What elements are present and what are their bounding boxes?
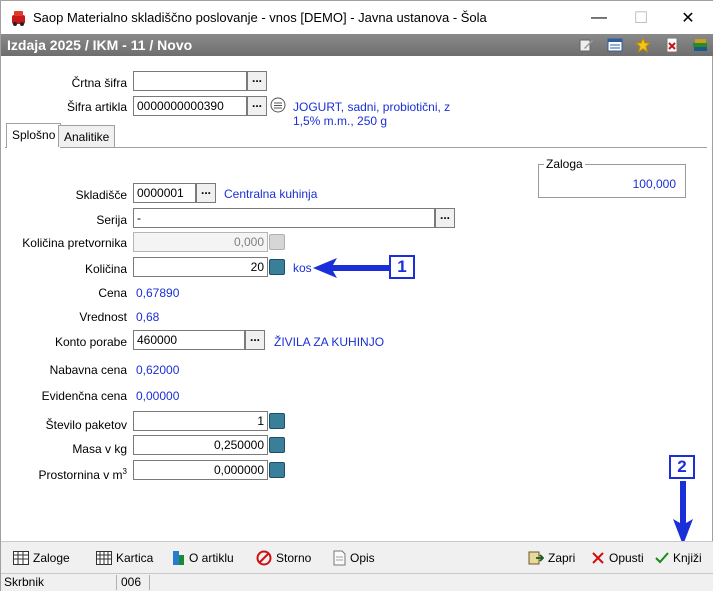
zaloge-label: Zaloge <box>33 551 70 565</box>
skladisce-label: Skladišče <box>75 188 127 202</box>
vrednost-label: Vrednost <box>79 310 127 324</box>
prostornina-label-text: Prostornina v m <box>38 468 123 482</box>
document-title: Izdaja 2025 / IKM - 11 / Novo <box>7 37 193 53</box>
prostornina-label: Prostornina v m3 <box>11 467 127 482</box>
cancel-circle-icon <box>256 550 272 566</box>
x-icon <box>592 552 604 564</box>
serija-input[interactable]: - <box>133 208 435 228</box>
o-artiklu-label: O artiklu <box>189 551 234 565</box>
annotation-arrow-2 <box>673 481 693 545</box>
storno-button[interactable]: Storno <box>256 549 311 567</box>
sifra-artikla-input[interactable]: 0000000000390 <box>133 96 247 116</box>
kartica-button[interactable]: Kartica <box>96 549 153 567</box>
skladisce-input[interactable]: 0000001 <box>133 183 196 203</box>
masa-calculator-icon[interactable] <box>269 437 285 453</box>
konto-porabe-lookup-button[interactable]: ... <box>245 330 265 350</box>
status-code: 006 <box>118 575 150 590</box>
cena-label: Cena <box>98 286 127 300</box>
masa-input[interactable]: 0,250000 <box>133 435 268 455</box>
crtna-sifra-input[interactable] <box>133 71 247 91</box>
nabavna-cena-label: Nabavna cena <box>49 363 127 377</box>
knjizi-button[interactable]: Knjiži <box>655 549 702 567</box>
opis-button[interactable]: Opis <box>332 549 375 567</box>
edit-icon[interactable] <box>577 36 595 54</box>
opis-label: Opis <box>350 551 375 565</box>
zaloge-button[interactable]: Zaloge <box>13 549 70 567</box>
masa-label: Masa v kg <box>72 442 127 456</box>
annotation-callout-1: 1 <box>389 255 415 279</box>
skladisce-name: Centralna kuhinja <box>224 187 318 201</box>
zapri-label: Zapri <box>548 551 576 565</box>
checkmark-icon <box>655 552 669 564</box>
list-icon[interactable] <box>606 36 624 54</box>
vrednost-value: 0,68 <box>136 310 160 324</box>
knjizi-label: Knjiži <box>673 551 702 565</box>
article-description-line1: JOGURT, sadni, probiotični, z <box>293 100 451 114</box>
konto-porabe-input[interactable]: 460000 <box>133 330 245 350</box>
grid-icon <box>96 551 112 565</box>
kolicina-pretvornika-label: Količina pretvornika <box>22 236 127 250</box>
title-bar: Saop Materialno skladiščno poslovanje - … <box>1 1 713 34</box>
app-window: Saop Materialno skladiščno poslovanje - … <box>0 0 713 591</box>
sifra-artikla-label: Šifra artikla <box>66 100 127 114</box>
exit-icon <box>528 551 544 565</box>
cena-value: 0,67890 <box>136 286 180 300</box>
tab-analitike[interactable]: Analitike <box>58 125 116 147</box>
books-icon[interactable] <box>691 36 709 54</box>
close-button[interactable]: ✕ <box>665 1 711 34</box>
sifra-artikla-lookup-button[interactable]: ... <box>247 96 267 116</box>
star-icon[interactable] <box>634 36 652 54</box>
nabavna-cena-value: 0,62000 <box>136 363 180 377</box>
evidencna-cena-value: 0,00000 <box>136 389 180 403</box>
zaloga-label: Zaloga <box>544 157 585 171</box>
tab-divider <box>5 147 707 148</box>
zaloga-value: 100,000 <box>632 177 676 191</box>
prostornina-input[interactable]: 0,000000 <box>133 460 268 480</box>
kartica-label: Kartica <box>116 551 154 565</box>
evidencna-cena-label: Evidenčna cena <box>41 389 127 403</box>
konto-porabe-label: Konto porabe <box>54 335 127 349</box>
note-icon <box>333 550 346 566</box>
kolicina-calculator-icon[interactable] <box>269 259 285 275</box>
skladisce-lookup-button[interactable]: ... <box>196 183 216 203</box>
annotation-arrow-1 <box>313 258 389 278</box>
storno-label: Storno <box>276 551 312 565</box>
maximize-button[interactable]: ☐ <box>618 1 664 34</box>
stevilo-paketov-input[interactable]: 1 <box>133 411 268 431</box>
stevilo-paketov-label: Število paketov <box>45 418 127 432</box>
opusti-label: Opusti <box>609 551 644 565</box>
kolicina-unit: kos <box>293 261 312 275</box>
table-icon <box>13 551 29 565</box>
prostornina-calculator-icon[interactable] <box>269 462 285 478</box>
status-extra <box>151 575 711 590</box>
crtna-sifra-lookup-button[interactable]: ... <box>247 71 267 91</box>
kolicina-input[interactable]: 20 <box>133 257 268 277</box>
article-list-icon[interactable] <box>270 97 286 113</box>
kolicina-pretvornika-calculator-icon <box>269 234 285 250</box>
prostornina-label-sup: 3 <box>122 467 127 476</box>
status-user: Skrbnik <box>1 575 117 590</box>
kolicina-label: Količina <box>84 262 127 276</box>
kolicina-pretvornika-input[interactable]: 0,000 <box>133 232 268 252</box>
serija-lookup-button[interactable]: ... <box>435 208 455 228</box>
serija-label: Serija <box>96 213 127 227</box>
konto-porabe-name: ŽIVILA ZA KUHINJO <box>274 335 385 349</box>
delete-doc-icon[interactable] <box>663 36 681 54</box>
product-icon <box>173 551 184 565</box>
article-description-line2: 1,5% m.m., 250 g <box>293 114 388 128</box>
window-title: Saop Materialno skladiščno poslovanje - … <box>33 10 487 25</box>
document-header: Izdaja 2025 / IKM - 11 / Novo <box>1 34 713 56</box>
app-icon <box>12 11 25 26</box>
opusti-button[interactable]: Opusti <box>591 549 644 567</box>
o-artiklu-button[interactable]: O artiklu <box>171 549 234 567</box>
zapri-button[interactable]: Zapri <box>528 549 575 567</box>
annotation-callout-2: 2 <box>669 455 695 479</box>
tab-splosno[interactable]: Splošno <box>6 123 62 148</box>
stevilo-paketov-calculator-icon[interactable] <box>269 413 285 429</box>
crtna-sifra-label: Črtna šifra <box>71 76 127 90</box>
minimize-button[interactable]: — <box>576 1 622 34</box>
